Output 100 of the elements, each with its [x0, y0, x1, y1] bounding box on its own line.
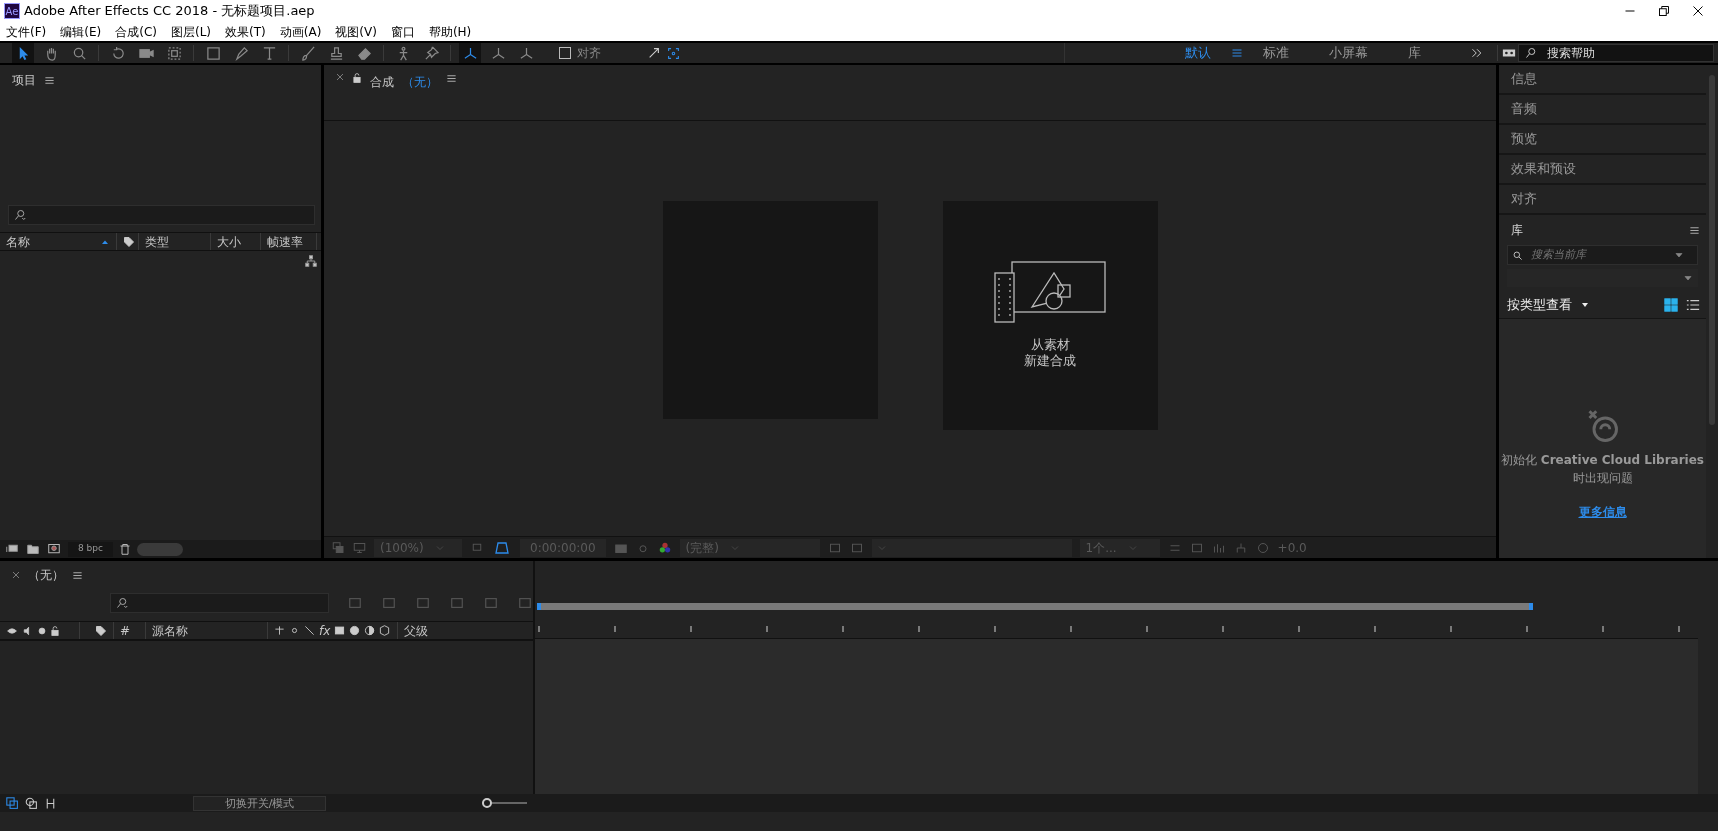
comp-tab[interactable]: 合成: [370, 73, 394, 91]
restore-icon[interactable]: [1658, 5, 1670, 17]
card-label: 新建合成: [1024, 353, 1076, 370]
workspace-tab[interactable]: 小屏幕: [1309, 43, 1388, 63]
tag-icon: [95, 624, 107, 637]
menu-item[interactable]: 视图(V): [335, 22, 377, 41]
panel-tab[interactable]: 预览: [1499, 125, 1706, 155]
search-icon: [13, 209, 27, 221]
rotate-icon: [110, 45, 126, 61]
search-input[interactable]: 搜索帮助: [1545, 43, 1705, 63]
caret-icon: [1675, 251, 1683, 259]
eye-icon: [6, 625, 18, 636]
pen-icon: [233, 45, 249, 61]
toggle-switches-button[interactable]: 切换开关/模式: [193, 795, 326, 811]
menu-item[interactable]: 图层(L): [170, 22, 212, 41]
snapshot-icon[interactable]: [613, 541, 628, 554]
menu-item[interactable]: 合成(C): [115, 22, 157, 41]
workspace-tab[interactable]: 标准: [1243, 43, 1309, 63]
channels-icon[interactable]: [657, 540, 672, 555]
panel-tab[interactable]: 效果和预设: [1499, 155, 1706, 185]
brush-icon: [300, 45, 316, 61]
timeline-icon[interactable]: [1211, 541, 1226, 554]
always-preview-icon[interactable]: [332, 541, 345, 554]
workspace-tab[interactable]: 默认: [1165, 43, 1231, 63]
snap-target-icon[interactable]: [667, 46, 680, 60]
menu-icon[interactable]: [1689, 224, 1700, 236]
tool-button[interactable]: [459, 43, 481, 63]
trash-icon[interactable]: [118, 543, 131, 555]
close-icon[interactable]: [1692, 5, 1704, 17]
type-tool-icon: [261, 45, 277, 61]
search-field[interactable]: [8, 205, 315, 225]
search-icon: [115, 597, 129, 609]
menu-item[interactable]: 帮助(H): [428, 22, 472, 41]
bit-depth-button[interactable]: 8 bpc: [68, 541, 113, 557]
view-by-dropdown[interactable]: 按类型查看: [1507, 294, 1572, 315]
axis-icon: [462, 45, 478, 61]
column-header[interactable]: 名称: [6, 232, 30, 251]
panel-tab[interactable]: 音频: [1499, 95, 1706, 125]
caret-icon[interactable]: [1580, 300, 1590, 309]
menu-item[interactable]: 效果(T): [225, 22, 266, 41]
tool-button[interactable]: [12, 43, 34, 63]
panel-title: 项目: [12, 72, 36, 89]
interpret-footage-icon[interactable]: [4, 543, 20, 555]
menu-icon[interactable]: [446, 73, 457, 84]
menu-item[interactable]: 窗口: [390, 22, 415, 41]
expand-arrow-icon[interactable]: [647, 46, 661, 60]
column-header[interactable]: 帧速率: [267, 232, 303, 251]
search-input[interactable]: 搜索当前库: [1529, 245, 1669, 265]
error-message: 初始化 Creative Cloud Libraries 时出现问题: [1500, 452, 1705, 487]
dashed-square-icon: [166, 45, 182, 61]
mask-visibility-icon[interactable]: [492, 539, 512, 556]
new-comp-from-footage-card[interactable]: 从素材 新建合成: [942, 201, 1158, 430]
collapse-icon: [289, 625, 300, 636]
adjustment-icon: [364, 625, 376, 636]
menu-icon[interactable]: [44, 74, 55, 86]
workspace-tab[interactable]: 库: [1388, 43, 1441, 63]
solo-dot-icon: [38, 626, 46, 635]
grid-view-icon[interactable]: [1664, 297, 1678, 312]
folder-icon[interactable]: [26, 543, 40, 555]
blend-mode-icon[interactable]: [25, 796, 38, 810]
help-search-field[interactable]: 搜索帮助: [1518, 44, 1714, 62]
column-header: 源名称: [152, 622, 188, 640]
column-header[interactable]: 类型: [145, 232, 169, 251]
chevron-icon[interactable]: [1471, 47, 1483, 59]
snap-label: 对齐: [577, 45, 601, 62]
column-header[interactable]: 大小: [217, 232, 241, 251]
axis-icon: [490, 45, 506, 61]
monitor-icon[interactable]: [353, 541, 366, 554]
stamp-icon: [328, 45, 344, 61]
search-field[interactable]: [110, 593, 329, 613]
footage-to-comp-icon: [994, 261, 1106, 323]
list-view-icon[interactable]: [1686, 297, 1700, 312]
eraser-icon: [356, 45, 372, 61]
card-label: 从素材: [1029, 337, 1071, 354]
stretch-icon[interactable]: [44, 796, 57, 810]
more-info-link[interactable]: 更多信息: [1578, 503, 1627, 521]
panel-tab[interactable]: 对齐: [1499, 185, 1706, 215]
comp-tab-value[interactable]: （无）: [402, 73, 438, 91]
cube-icon: [379, 625, 391, 636]
flowchart-icon[interactable]: [305, 255, 317, 267]
lock-icon[interactable]: [352, 73, 362, 83]
library-search-field[interactable]: 搜索当前库: [1507, 245, 1698, 265]
search-icon: [1512, 249, 1523, 261]
menu-item[interactable]: 编辑(E): [60, 22, 102, 41]
panel-title: 库: [1511, 222, 1523, 239]
column-header: #: [120, 622, 131, 640]
comp-switch-icon[interactable]: [6, 796, 19, 810]
zoom-slider-thumb[interactable]: [481, 798, 492, 808]
menu-item[interactable]: 动画(A): [279, 22, 322, 41]
timeline-tab[interactable]: （无）: [28, 566, 64, 584]
app-logo: Ae: [4, 3, 20, 19]
menu-item[interactable]: 文件(F): [6, 22, 47, 41]
new-comp-icon[interactable]: [46, 543, 62, 555]
snap-checkbox[interactable]: [559, 47, 571, 59]
search-icon: [1525, 47, 1537, 59]
scroll-thumb: [136, 542, 183, 556]
panel-tab[interactable]: 信息: [1499, 65, 1706, 95]
menu-icon[interactable]: [72, 569, 83, 581]
magnifier-icon: [71, 45, 87, 61]
rectangle-icon: [205, 45, 221, 61]
